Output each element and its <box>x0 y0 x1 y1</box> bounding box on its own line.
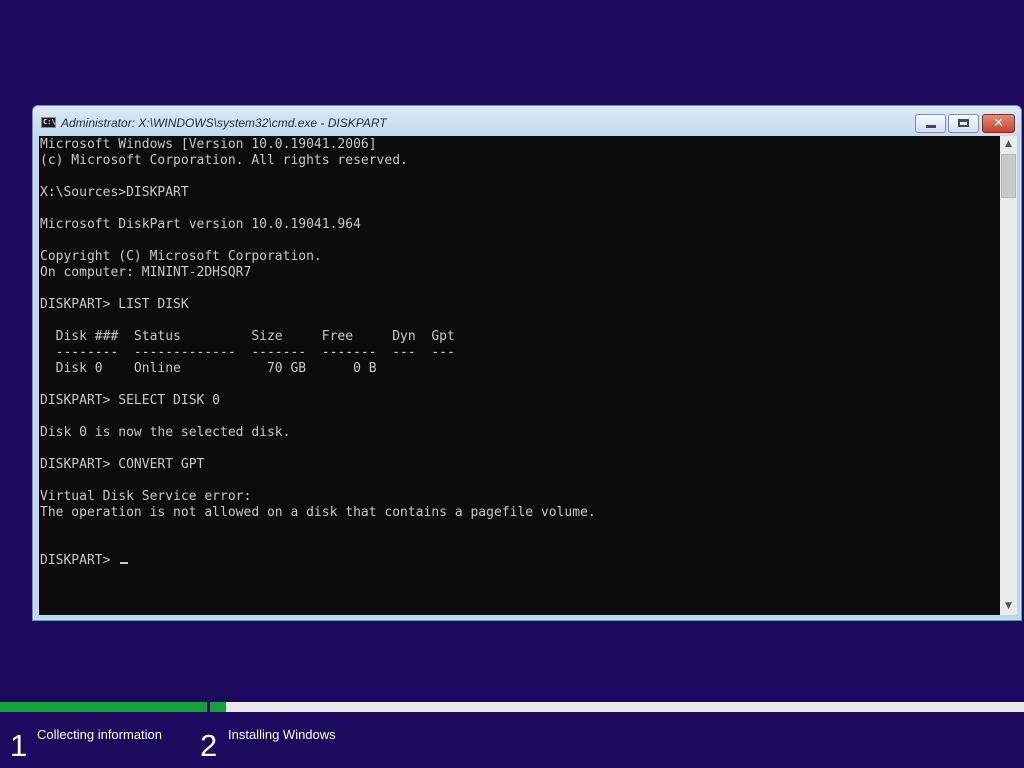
console-line: DISKPART> CONVERT GPT <box>40 457 205 472</box>
minimize-button[interactable] <box>915 114 946 133</box>
step-1-label: Collecting information <box>37 727 163 742</box>
console-prompt-line[interactable]: DISKPART> <box>40 553 596 569</box>
setup-progress-bar <box>0 702 1024 712</box>
console-line: Virtual Disk Service error: <box>40 489 252 504</box>
step-2-label: Installing Windows <box>228 727 336 742</box>
console-line: X:\Sources>DISKPART <box>40 185 189 200</box>
console-line: Disk 0 Online 70 GB 0 B <box>40 361 377 376</box>
step-2-number: 2 <box>200 728 218 763</box>
console-line: DISKPART> SELECT DISK 0 <box>40 393 221 408</box>
progress-step-2-fill <box>210 702 226 712</box>
cmd-app-icon[interactable]: C:\ <box>41 117 56 128</box>
close-button[interactable]: ✕ <box>982 114 1015 133</box>
console-line: Microsoft Windows [Version 10.0.19041.20… <box>40 137 377 152</box>
console-line: Copyright (C) Microsoft Corporation. <box>40 249 322 264</box>
scroll-down-arrow-icon[interactable]: ▼ <box>1000 598 1017 615</box>
close-icon: ✕ <box>993 116 1004 131</box>
console-line: Microsoft DiskPart version 10.0.19041.96… <box>40 217 361 232</box>
window-title: Administrator: X:\WINDOWS\system32\cmd.e… <box>61 116 387 130</box>
console-area[interactable]: Microsoft Windows [Version 10.0.19041.20… <box>39 136 1000 615</box>
command-prompt-window[interactable]: C:\ Administrator: X:\WINDOWS\system32\c… <box>32 105 1022 621</box>
title-bar[interactable]: C:\ Administrator: X:\WINDOWS\system32\c… <box>33 106 1021 136</box>
scroll-up-arrow-icon[interactable]: ▲ <box>1000 136 1017 153</box>
console-prompt: DISKPART> <box>40 553 119 568</box>
minimize-icon <box>926 125 936 128</box>
console-line: The operation is not allowed on a disk t… <box>40 505 596 520</box>
console-line: (c) Microsoft Corporation. All rights re… <box>40 153 408 168</box>
console-output: Microsoft Windows [Version 10.0.19041.20… <box>40 137 596 569</box>
progress-step-1-fill <box>0 702 207 712</box>
console-line: Disk 0 is now the selected disk. <box>40 425 291 440</box>
console-line: -------- ------------- ------- ------- -… <box>40 345 455 360</box>
console-line: On computer: MININT-2DHSQR7 <box>40 265 252 280</box>
text-cursor <box>120 562 129 564</box>
maximize-icon <box>958 119 969 127</box>
console-line: DISKPART> LIST DISK <box>40 297 189 312</box>
step-1-number: 1 <box>10 728 28 763</box>
console-line: Disk ### Status Size Free Dyn Gpt <box>40 329 455 344</box>
maximize-button[interactable] <box>948 114 979 133</box>
scroll-thumb[interactable] <box>1001 154 1016 198</box>
vertical-scrollbar[interactable]: ▲ ▼ <box>1000 136 1017 615</box>
